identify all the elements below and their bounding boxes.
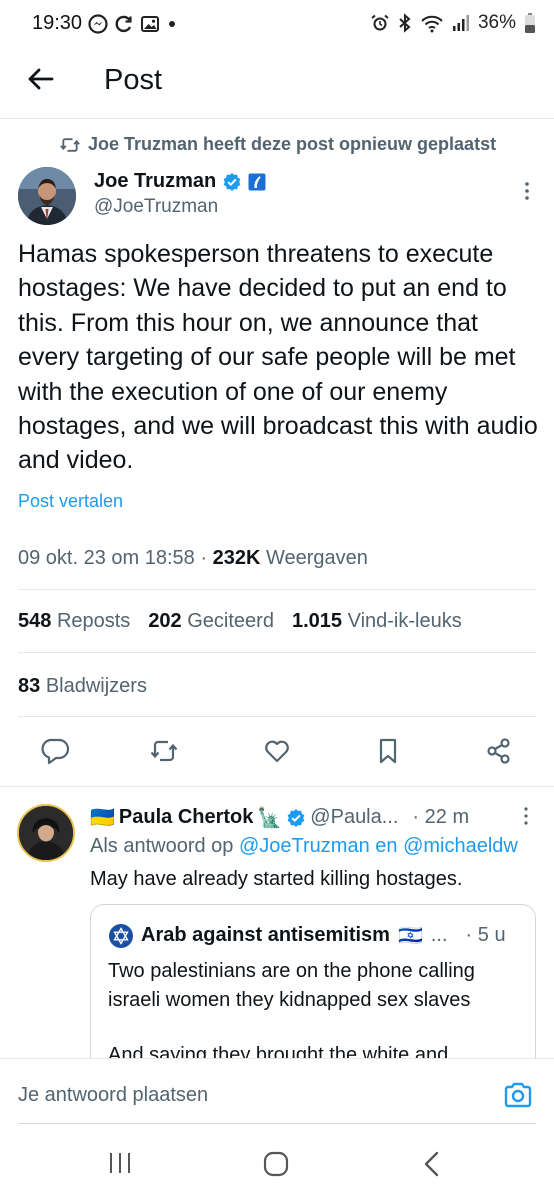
reposts-stat[interactable]: 548 Reposts (18, 610, 130, 633)
quote-text-gap (108, 1015, 528, 1041)
author-handle[interactable]: @JoeTruzman (94, 196, 218, 218)
status-bar: 19:30 36% (0, 0, 554, 50)
bookmarks-divider (18, 716, 536, 717)
bookmark-icon[interactable] (373, 736, 403, 766)
quote-author-name[interactable]: Arab against antisemitism (141, 924, 390, 947)
messenger-icon (88, 14, 108, 34)
reposts-count: 548 (18, 610, 52, 632)
likes-count: 1.015 (291, 610, 343, 632)
recent-apps-icon[interactable] (107, 1150, 133, 1176)
meta-separator: · (200, 547, 208, 569)
quote-text: Two palestinians are on the phone callin… (108, 957, 528, 1070)
views-count: 232K (212, 547, 261, 569)
repost-action-icon[interactable] (149, 736, 179, 766)
gallery-icon (141, 16, 159, 32)
header: Post (0, 50, 554, 116)
repost-indicator[interactable]: Joe Truzman heeft deze post opnieuw gepl… (60, 134, 496, 155)
sync-icon (115, 15, 132, 33)
repost-icon (60, 137, 80, 152)
system-navigation-bar (0, 1126, 554, 1200)
alarm-icon (371, 14, 389, 31)
reply-to-user-link[interactable]: @JoeTruzman (239, 835, 370, 857)
status-icons-right: 36% (370, 12, 536, 34)
tweet-meta: 09 okt. 23 om 18:58 · 232K Weergaven (18, 547, 368, 570)
reply-avatar[interactable] (17, 804, 75, 862)
author-avatar[interactable] (18, 167, 76, 225)
quotes-count: 202 (148, 610, 182, 632)
reply-to-and: en (375, 835, 398, 857)
home-icon[interactable] (262, 1150, 290, 1178)
bookmarks-stat[interactable]: 83 Bladwijzers (18, 675, 147, 698)
battery-percentage: 36% (477, 12, 516, 33)
reply-to-prefix: Als antwoord op (90, 835, 234, 857)
verified-badge-icon (223, 172, 241, 191)
reply-author-emoji: 🗽 (257, 807, 283, 829)
back-arrow-icon[interactable] (26, 64, 56, 94)
dot-icon (169, 21, 175, 27)
affiliate-badge-icon (248, 173, 266, 190)
reply-verified-badge-icon (287, 808, 305, 827)
camera-icon[interactable] (503, 1081, 533, 1109)
tweet-text: Hamas spokesperson threatens to execute … (18, 240, 538, 475)
actions-divider (0, 786, 554, 787)
composer-underline (18, 1123, 536, 1124)
tweet-stats: 548 Reposts 202 Geciteerd 1.015 Vind-ik-… (18, 610, 462, 633)
reply-composer[interactable]: Je antwoord plaatsen (0, 1058, 554, 1124)
quotes-stat[interactable]: 202 Geciteerd (148, 610, 274, 633)
reply-icon[interactable] (41, 736, 71, 766)
author-name-row[interactable]: Joe Truzman (94, 170, 266, 193)
reply-flag: 🇺🇦 (90, 807, 115, 829)
likes-label: Vind-ik-leuks (347, 610, 462, 632)
bookmarks-count: 83 (18, 675, 41, 697)
reply-author-handle[interactable]: @Paula... (310, 806, 398, 829)
author-name[interactable]: Joe Truzman (94, 170, 216, 193)
reposts-label: Reposts (56, 610, 131, 632)
reply-author-name[interactable]: Paula Chertok (119, 806, 253, 829)
repost-text: Joe Truzman heeft deze post opnieuw gepl… (88, 134, 497, 154)
wifi-icon (421, 15, 443, 33)
quote-time: · 5 u (465, 924, 506, 946)
quote-author-handle[interactable]: ... (431, 924, 448, 947)
battery-icon (525, 13, 535, 33)
reply-more-options-icon[interactable] (520, 806, 532, 828)
quote-text-line1: Two palestinians are on the phone callin… (108, 960, 475, 1011)
reply-time: · 22 m (412, 806, 470, 828)
reply-to-user2-link[interactable]: @michaeldw (403, 835, 518, 857)
views-label: Weergaven (265, 547, 368, 569)
status-time: 19:30 (32, 12, 83, 34)
action-bar (0, 730, 554, 774)
quote-header: Arab against antisemitism 🇮🇱 ... · 5 u (109, 923, 506, 948)
reply-input[interactable]: Je antwoord plaatsen (18, 1084, 208, 1107)
status-icons-left (88, 14, 178, 34)
likes-stat[interactable]: 1.015 Vind-ik-leuks (292, 610, 462, 633)
quotes-label: Geciteerd (187, 610, 274, 632)
reply-text: May have already started killing hostage… (90, 868, 463, 890)
like-icon[interactable] (262, 736, 292, 766)
translate-link[interactable]: Post vertalen (18, 491, 123, 512)
stats-divider (18, 652, 536, 653)
bluetooth-icon (399, 13, 411, 33)
quote-avatar-star-icon[interactable] (109, 923, 133, 948)
more-options-icon[interactable] (520, 180, 534, 204)
signal-icon (452, 15, 469, 31)
back-nav-icon[interactable] (420, 1150, 444, 1178)
page-title: Post (104, 64, 163, 96)
share-icon[interactable] (484, 736, 514, 766)
bookmarks-label: Bladwijzers (45, 675, 147, 697)
meta-divider (18, 589, 536, 590)
reply-to-line: Als antwoord op @JoeTruzman en @michaeld… (90, 835, 554, 858)
tweet-timestamp[interactable]: 09 okt. 23 om 18:58 (18, 547, 195, 569)
reply-header[interactable]: 🇺🇦 Paula Chertok 🗽 @Paula... · 22 m (90, 805, 469, 830)
quote-author-flag: 🇮🇱 (397, 925, 423, 947)
header-divider (0, 118, 554, 119)
